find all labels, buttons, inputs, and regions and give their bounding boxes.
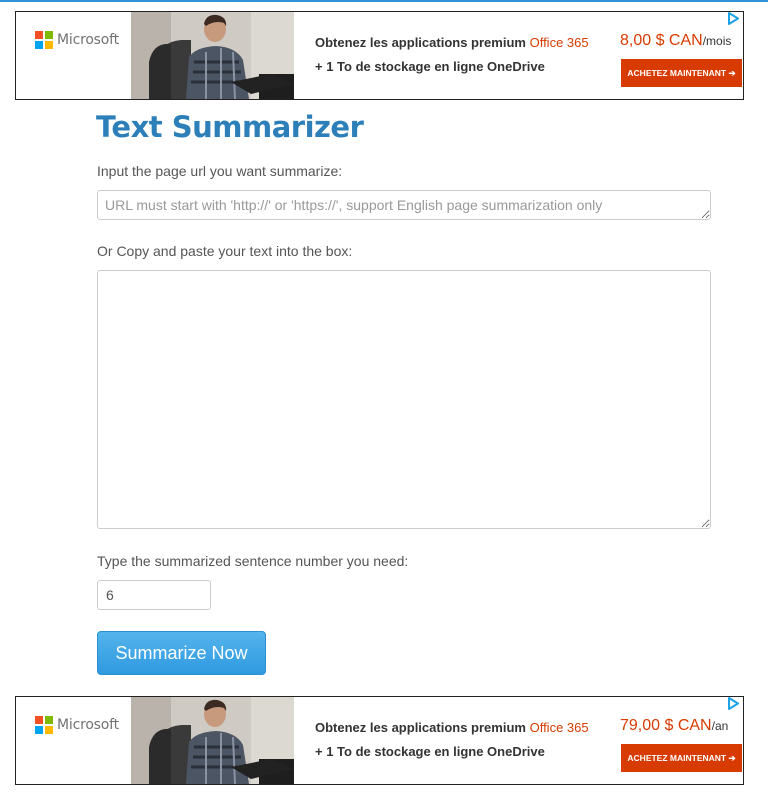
top-accent-line bbox=[0, 0, 768, 2]
ad-subline: + 1 To de stockage en ligne OneDrive bbox=[315, 744, 545, 759]
ad-buy-now-button[interactable]: ACHETEZ MAINTENANT ➔ bbox=[621, 59, 742, 87]
ad-price-period: /an bbox=[711, 719, 729, 733]
ad-price-value: 79,00 $ CAN bbox=[620, 717, 712, 734]
url-input[interactable] bbox=[97, 190, 711, 220]
ad-banner-top[interactable]: Microsoft Obtenez les applications premi… bbox=[15, 11, 744, 100]
adchoices-icon[interactable] bbox=[727, 12, 739, 25]
ad-price-period: /mois bbox=[702, 34, 732, 48]
ad-banner-bottom[interactable]: Microsoft Obtenez les applications premi… bbox=[15, 696, 744, 785]
microsoft-logo: Microsoft bbox=[35, 716, 119, 734]
text-label: Or Copy and paste your text into the box… bbox=[97, 243, 353, 259]
ad-brand-name: Microsoft bbox=[57, 717, 119, 733]
adchoices-icon[interactable] bbox=[727, 697, 739, 710]
ad-headline: Obtenez les applications premium Office … bbox=[315, 720, 589, 735]
ad-brand-name: Microsoft bbox=[57, 32, 119, 48]
summarize-now-button[interactable]: Summarize Now bbox=[97, 631, 266, 675]
microsoft-logo: Microsoft bbox=[35, 31, 119, 49]
sentence-number-input[interactable] bbox=[97, 580, 211, 610]
ad-headline: Obtenez les applications premium Office … bbox=[315, 35, 589, 50]
page-title: Text Summarizer bbox=[96, 110, 364, 144]
ad-buy-now-button[interactable]: ACHETEZ MAINTENANT ➔ bbox=[621, 744, 742, 772]
ad-subline: + 1 To de stockage en ligne OneDrive bbox=[315, 59, 545, 74]
ad-photo bbox=[131, 12, 294, 99]
ad-photo bbox=[131, 697, 294, 784]
sentence-number-label: Type the summarized sentence number you … bbox=[97, 553, 409, 569]
ad-product-name: Office 365 bbox=[529, 720, 589, 735]
text-input[interactable] bbox=[97, 270, 711, 529]
microsoft-logo-icon bbox=[35, 716, 53, 734]
url-label: Input the page url you want summarize: bbox=[97, 163, 343, 179]
ad-price-value: 8,00 $ CAN bbox=[620, 32, 703, 49]
ad-price: 79,00 $ CAN/an bbox=[620, 717, 728, 735]
microsoft-logo-icon bbox=[35, 31, 53, 49]
ad-price: 8,00 $ CAN/mois bbox=[620, 32, 731, 50]
ad-product-name: Office 365 bbox=[529, 35, 589, 50]
